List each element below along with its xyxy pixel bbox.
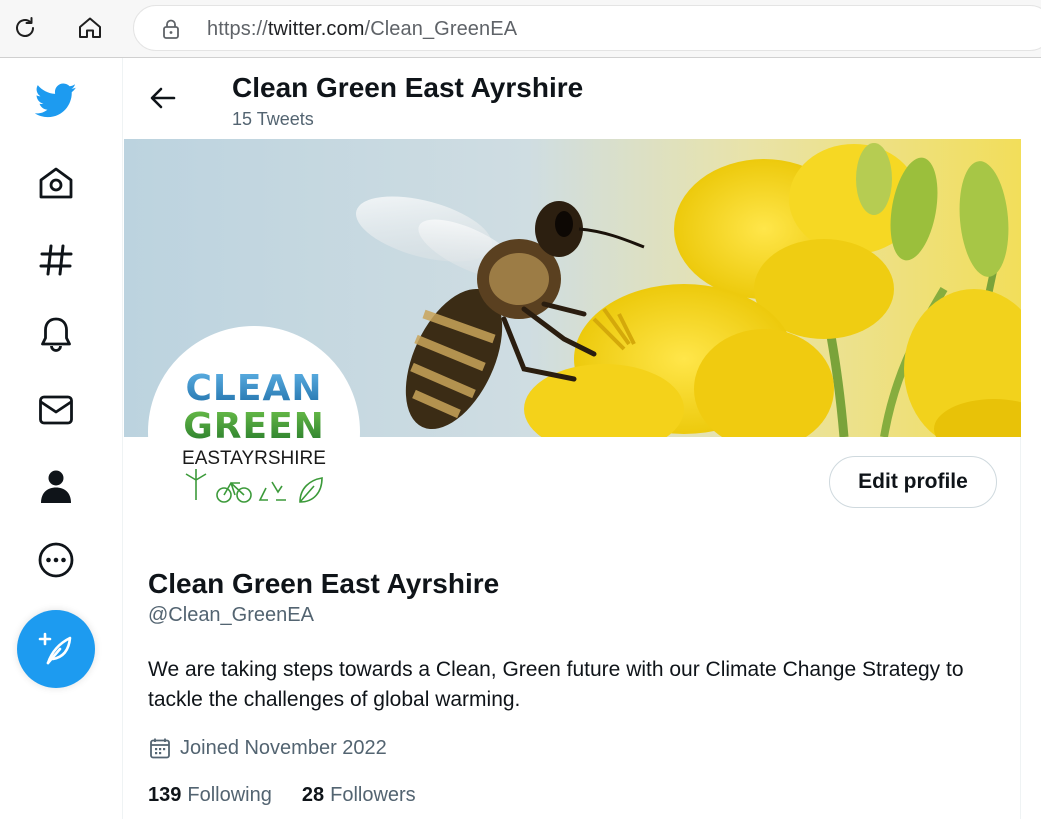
compose-tweet-button[interactable] <box>17 610 95 688</box>
home-page-button[interactable] <box>74 10 106 46</box>
following-link[interactable]: 139 Following <box>148 784 272 807</box>
profile-display-name: Clean Green East Ayrshire <box>148 568 500 599</box>
clean-green-east-ayrshire-logo: CLEAN GREEN EASTAYRSHIRE <box>182 368 326 503</box>
browser-toolbar: https://twitter.com/Clean_GreenEA <box>0 0 1041 58</box>
following-count: 139 <box>148 784 182 806</box>
edit-profile-button[interactable]: Edit profile <box>829 456 997 508</box>
url-path: /Clean_GreenEA <box>364 18 518 40</box>
twitter-logo-icon <box>35 83 77 118</box>
profile-person-icon <box>41 470 71 503</box>
more-icon <box>38 542 74 578</box>
messages-envelope-icon <box>39 395 73 425</box>
nav-more[interactable] <box>31 535 81 585</box>
joined-date: Joined November 2022 <box>148 735 387 761</box>
tweet-count: 15 Tweets <box>232 109 314 129</box>
joined-text: Joined November 2022 <box>180 736 387 759</box>
profile-main-column: Clean Green East Ayrshire 15 Tweets CLEA… <box>123 58 1021 819</box>
follow-stats: 139 Following 28 Followers <box>148 784 416 807</box>
nav-twitter-logo[interactable] <box>31 76 81 126</box>
back-arrow-icon <box>150 87 176 109</box>
url-host: twitter.com <box>267 18 365 40</box>
logo-eco-icons <box>185 469 323 503</box>
logo-text-green: GREEN <box>183 406 325 447</box>
profile-bio: We are taking steps towards a Clean, Gre… <box>148 658 964 711</box>
reload-button[interactable] <box>9 10 41 46</box>
notifications-bell-icon <box>41 317 71 352</box>
home-icon <box>39 167 73 199</box>
profile-avatar[interactable]: CLEAN GREEN EASTAYRSHIRE <box>148 326 360 538</box>
profile-handle: @Clean_GreenEA <box>148 604 314 626</box>
logo-text-east-ayrshire: EASTAYRSHIRE <box>182 448 326 469</box>
logo-text-clean: CLEAN <box>186 368 323 409</box>
explore-hashtag-icon <box>39 244 73 276</box>
reload-icon <box>16 17 34 37</box>
compose-tweet-icon <box>38 632 72 665</box>
address-bar[interactable]: https://twitter.com/Clean_GreenEA <box>133 5 1041 51</box>
followers-link[interactable]: 28 Followers <box>302 784 416 807</box>
url-text[interactable]: https://twitter.com/Clean_GreenEA <box>207 18 517 41</box>
profile-header-bar: Clean Green East Ayrshire 15 Tweets <box>123 58 1021 139</box>
house-icon <box>79 17 101 38</box>
header-title: Clean Green East Ayrshire <box>232 72 584 103</box>
followers-count: 28 <box>301 784 325 806</box>
nav-profile[interactable] <box>31 461 81 511</box>
sidebar-nav <box>0 58 123 819</box>
calendar-icon <box>150 738 170 759</box>
nav-messages[interactable] <box>31 385 81 435</box>
following-label: Following <box>187 784 272 806</box>
nav-explore[interactable] <box>31 235 81 285</box>
followers-label: Followers <box>330 784 416 806</box>
nav-home[interactable] <box>31 158 81 208</box>
url-prefix: https:// <box>207 18 268 40</box>
back-button[interactable] <box>143 78 183 118</box>
nav-notifications[interactable] <box>31 309 81 359</box>
lock-icon[interactable] <box>161 18 181 40</box>
